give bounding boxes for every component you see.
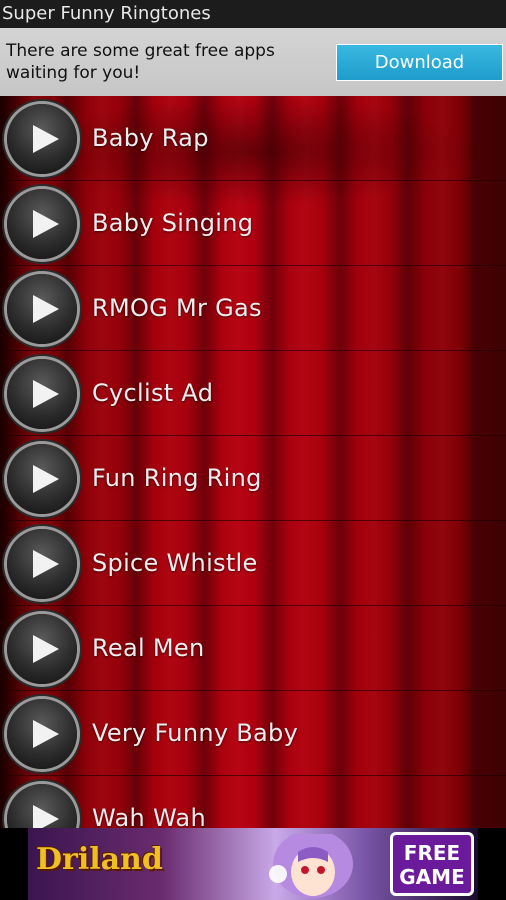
play-icon[interactable] [7, 784, 77, 828]
ringtone-row-fun-ring-ring[interactable]: Fun Ring Ring [0, 436, 506, 521]
ringtone-label: Real Men [92, 634, 205, 662]
promo-text: There are some great free apps waiting f… [6, 41, 275, 83]
play-icon[interactable] [7, 104, 77, 174]
anime-girl-illustration [269, 834, 353, 898]
download-button[interactable]: Download [336, 44, 503, 81]
ringtone-label: Baby Rap [92, 124, 209, 152]
free-game-badge-line2: GAME [399, 865, 465, 889]
ringtone-row-very-funny-baby[interactable]: Very Funny Baby [0, 691, 506, 776]
ringtone-row-wah-wah[interactable]: Wah Wah [0, 776, 506, 828]
ringtone-row-rmog-mr-gas[interactable]: RMOG Mr Gas [0, 266, 506, 351]
ringtone-row-baby-singing[interactable]: Baby Singing [0, 181, 506, 266]
play-icon[interactable] [7, 444, 77, 514]
ringtone-label: Very Funny Baby [92, 719, 299, 747]
play-icon[interactable] [7, 359, 77, 429]
ringtone-label: Baby Singing [92, 209, 254, 237]
ringtone-list[interactable]: Baby Rap Baby Singing RMOG Mr Gas Cyclis… [0, 96, 506, 828]
play-icon[interactable] [7, 529, 77, 599]
app-title: Super Funny Ringtones [0, 0, 506, 28]
ad-logo: Driland [36, 842, 163, 877]
ringtone-label: Wah Wah [92, 804, 206, 828]
ringtone-label: Cyclist Ad [92, 379, 214, 407]
play-icon[interactable] [7, 614, 77, 684]
play-icon[interactable] [7, 274, 77, 344]
ad-banner[interactable]: Driland FREE GAME [0, 828, 506, 900]
play-icon[interactable] [7, 699, 77, 769]
ringtone-row-spice-whistle[interactable]: Spice Whistle [0, 521, 506, 606]
free-game-badge-line1: FREE [403, 841, 461, 865]
free-game-badge[interactable]: FREE GAME [390, 832, 474, 896]
ringtone-label: Spice Whistle [92, 549, 258, 577]
ringtone-row-real-men[interactable]: Real Men [0, 606, 506, 691]
play-icon[interactable] [7, 189, 77, 259]
ringtone-row-cyclist-ad[interactable]: Cyclist Ad [0, 351, 506, 436]
ringtone-row-baby-rap[interactable]: Baby Rap [0, 96, 506, 181]
ringtone-label: RMOG Mr Gas [92, 294, 262, 322]
promo-bar: There are some great free apps waiting f… [0, 28, 506, 96]
ringtone-label: Fun Ring Ring [92, 464, 262, 492]
ad-creative[interactable]: Driland FREE GAME [28, 828, 478, 900]
